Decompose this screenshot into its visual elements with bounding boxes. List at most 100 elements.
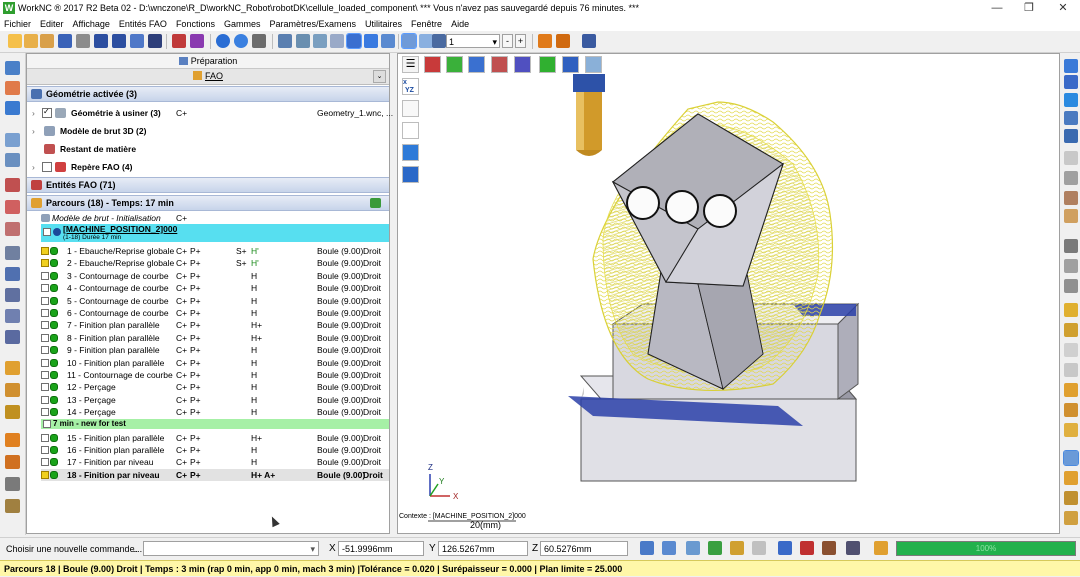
toolpath-row[interactable]: 13 - Perçage C+ P+ H Boule (9.00) Droit (41, 394, 389, 406)
calculate-icon[interactable] (370, 198, 381, 208)
right-tool-17-icon[interactable] (1064, 383, 1078, 397)
toolpath-checkbox[interactable] (41, 284, 49, 293)
documentation-icon[interactable] (5, 499, 20, 513)
print-icon[interactable] (76, 34, 90, 48)
simulation-icon[interactable] (401, 33, 417, 49)
expand-arrow-icon[interactable]: › (32, 161, 35, 173)
toolpath-checkbox[interactable] (41, 408, 49, 417)
toolpath-row[interactable]: 16 - Finition plan parallèle C+ P+ H Boule (… (41, 444, 389, 456)
collision-icon[interactable] (800, 541, 814, 555)
compute-icon[interactable] (874, 541, 888, 555)
increment-button[interactable]: + (515, 34, 526, 48)
curve-tool-icon[interactable] (5, 101, 20, 115)
y-coordinate-field[interactable]: 126.5267mm (438, 541, 528, 556)
group-machine-position[interactable]: [MACHINE_POSITION_2]000 (1-18) Durée 17 … (41, 224, 389, 242)
x-coordinate-field[interactable]: -51.9996mm (338, 541, 424, 556)
chart-icon[interactable] (846, 541, 860, 555)
wire-sphere-icon[interactable] (234, 34, 248, 48)
toolpath-checkbox[interactable] (41, 271, 49, 280)
tool-info-icon[interactable] (778, 541, 792, 555)
3d-viewport[interactable]: ☰ x YZ Z Y X Contexte: [MACHINE_POSITIO… (397, 53, 1060, 534)
grid-icon[interactable] (148, 34, 162, 48)
group-toggle[interactable] (43, 228, 51, 236)
toolpath-checkbox[interactable] (41, 458, 49, 467)
probe-icon[interactable] (662, 541, 676, 555)
measure-icon[interactable] (640, 541, 654, 555)
right-tool-22-icon[interactable] (1064, 491, 1078, 505)
grid-snap-icon[interactable] (752, 541, 766, 555)
redo-icon[interactable] (112, 34, 126, 48)
toolpath-row[interactable]: 1 - Ebauche/Reprise globale C+ P+ S+ H' Boule… (41, 245, 389, 257)
right-tool-2-icon[interactable] (1064, 75, 1078, 89)
toolpath-checkbox[interactable] (41, 434, 49, 442)
collapse-button[interactable]: ⌄ (373, 70, 386, 83)
zoom-fit-icon[interactable] (278, 34, 292, 48)
close-button[interactable]: ✕ (1052, 1, 1074, 16)
toolpath-checkbox[interactable] (41, 395, 49, 404)
toolpath-m-icon[interactable] (5, 330, 20, 344)
toolpath-checkbox[interactable] (41, 470, 49, 479)
tree-item-cam-frame[interactable]: › Repère FAO (4) (27, 161, 389, 173)
toolpath-row[interactable]: 14 - Perçage C+ P+ H Boule (9.00) Droit (41, 406, 389, 418)
right-tool-8-icon[interactable] (1064, 191, 1078, 205)
zoom-icon[interactable] (313, 34, 327, 48)
right-tool-1-icon[interactable] (1064, 59, 1078, 73)
surface-tool-icon[interactable] (5, 153, 20, 167)
toolpath-checkbox[interactable] (41, 358, 49, 367)
toolpath-row[interactable]: 5 - Contournage de courbe C+ P+ H Boule (9.0… (41, 295, 389, 307)
toolpath-checkbox[interactable] (41, 296, 49, 305)
toolpath-row[interactable]: 7 - Finition plan parallèle C+ P+ H+ Boule (… (41, 319, 389, 331)
snap-icon[interactable] (686, 541, 700, 555)
right-tool-18-icon[interactable] (1064, 403, 1078, 417)
boundary-tool-icon[interactable] (5, 178, 20, 192)
menu-parametres[interactable]: Paramètres/Examens (265, 17, 361, 31)
axis-frame-icon[interactable] (172, 34, 186, 48)
tree-item-stock-model[interactable]: › Modèle de brut 3D (2) (27, 125, 389, 137)
group-new-for-test[interactable]: 7 min - new for test (41, 419, 389, 429)
right-tool-19-icon[interactable] (1064, 423, 1078, 437)
right-tool-12-icon[interactable] (1064, 279, 1078, 293)
right-tool-9-icon[interactable] (1064, 209, 1078, 223)
right-tool-16-icon[interactable] (1064, 363, 1078, 377)
fao-tab[interactable]: FAO ⌄ (27, 69, 389, 85)
toolpath-checkbox[interactable] (41, 383, 49, 392)
menu-editer[interactable]: Editer (36, 17, 69, 31)
robot-arm-icon[interactable] (538, 34, 552, 48)
group-toggle[interactable] (43, 420, 51, 428)
toolpath-row[interactable]: 2 - Ebauche/Reprise globale C+ P+ S+ H' Boule… (41, 257, 389, 269)
zoom-in-icon[interactable] (330, 34, 344, 48)
expand-arrow-icon[interactable]: › (32, 125, 35, 137)
toolpath-row[interactable]: 12 - Perçage C+ P+ H Boule (9.00) Droit (41, 381, 389, 393)
right-tool-23-icon[interactable] (1064, 511, 1078, 525)
open-recent-icon[interactable] (40, 34, 54, 48)
toolpath-checkbox[interactable] (41, 333, 49, 342)
toolpath-r-icon[interactable] (5, 267, 20, 281)
rotate-icon[interactable] (364, 34, 378, 48)
toolpath-checkbox[interactable] (41, 259, 49, 268)
right-tool-13-icon[interactable] (1064, 303, 1078, 317)
save-icon[interactable] (58, 34, 72, 48)
stats-icon[interactable] (822, 541, 836, 555)
toolpath-checkbox[interactable] (41, 247, 49, 255)
display-mode-icon[interactable] (252, 34, 266, 48)
position-select[interactable]: 1 ▾ (446, 34, 500, 48)
maximize-button[interactable]: ❐ (1018, 1, 1040, 16)
report-icon[interactable] (5, 477, 20, 491)
menu-utilitaires[interactable]: Utilitaires (361, 17, 407, 31)
right-tool-4-icon[interactable] (1064, 111, 1078, 125)
toolpath-row[interactable]: 8 - Finition plan parallèle C+ P+ H+ Boule (… (41, 332, 389, 344)
toolpath-checkbox[interactable] (41, 321, 49, 330)
minimize-button[interactable]: — (986, 1, 1008, 16)
section-cam-entities[interactable]: Entités FAO (71) (27, 177, 389, 193)
view-icon[interactable] (381, 34, 395, 48)
toolpath-row[interactable]: 9 - Finition plan parallèle C+ P+ H Boule (9… (41, 344, 389, 356)
import-tool-icon[interactable] (5, 81, 20, 95)
right-tool-20-icon[interactable] (1063, 450, 1079, 466)
toolpath-a-icon[interactable] (5, 309, 20, 323)
export-icon[interactable] (582, 34, 596, 48)
tree-item-remaining-stock[interactable]: Restant de matière (27, 143, 389, 155)
toolpath-row[interactable]: 11 - Contournage de courbe C+ P+ H Boule (9.… (41, 369, 389, 381)
point-icon[interactable] (730, 541, 744, 555)
analysis-tool-icon[interactable] (5, 222, 20, 236)
toolpath-checkbox[interactable] (41, 309, 49, 317)
